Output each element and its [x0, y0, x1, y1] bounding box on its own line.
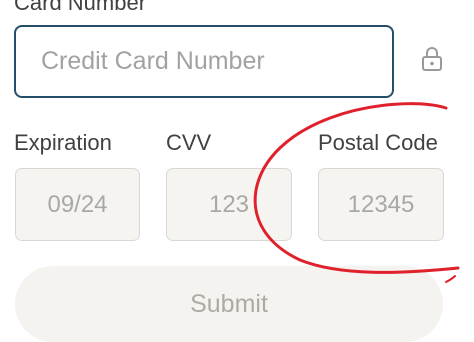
- submit-button[interactable]: Submit: [15, 266, 443, 342]
- expiration-label: Expiration: [14, 130, 112, 155]
- lock-icon: [422, 47, 442, 71]
- cvv-input[interactable]: [166, 168, 292, 241]
- postal-code-input[interactable]: [318, 168, 444, 241]
- card-number-input[interactable]: [14, 25, 394, 98]
- card-number-label: Card Number: [14, 0, 147, 15]
- cvv-label: CVV: [166, 130, 212, 155]
- postal-code-label: Postal Code: [318, 130, 438, 155]
- expiration-input[interactable]: [15, 168, 140, 241]
